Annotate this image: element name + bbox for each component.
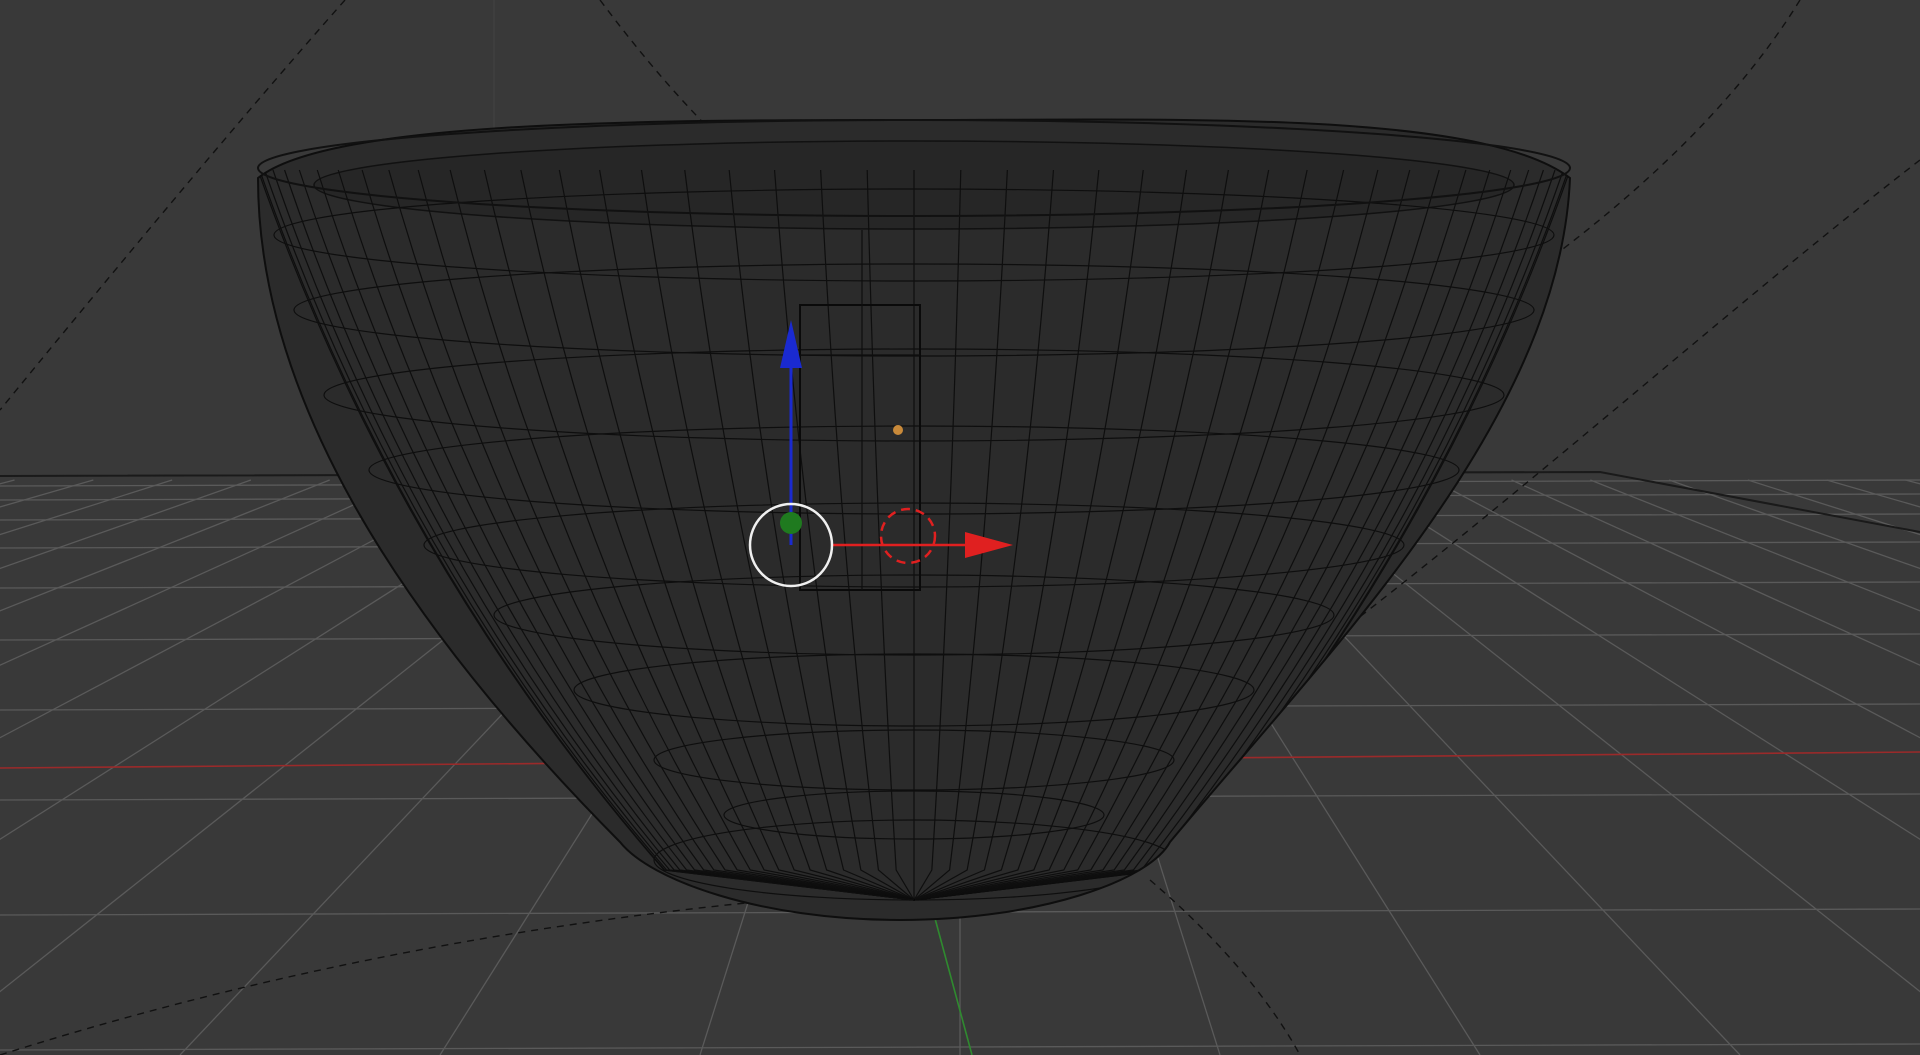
3d-viewport[interactable]	[0, 0, 1920, 1055]
viewport-canvas[interactable]	[0, 0, 1920, 1055]
gizmo-center-dot[interactable]	[780, 512, 802, 534]
object-origin-point[interactable]	[893, 425, 903, 435]
